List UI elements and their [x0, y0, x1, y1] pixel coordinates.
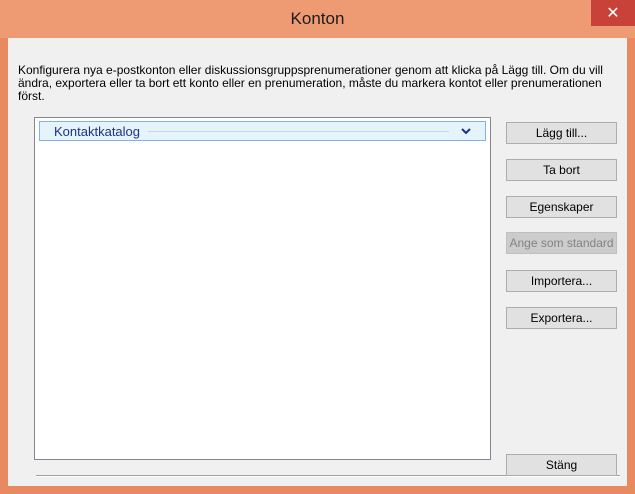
instructions-text: Konfigurera nya e-postkonton eller disku… [18, 63, 603, 103]
group-header-contact-directory[interactable]: Kontaktkatalog [39, 121, 486, 141]
group-label: Kontaktkatalog [54, 123, 141, 139]
export-button[interactable]: Exportera... [506, 307, 617, 329]
dialog-body: Konfigurera nya e-postkonton eller disku… [8, 38, 627, 486]
chevron-down-icon[interactable] [459, 124, 473, 138]
properties-button[interactable]: Egenskaper [506, 196, 617, 218]
close-button[interactable]: Stäng [506, 454, 617, 476]
accounts-listbox[interactable]: Kontaktkatalog [34, 117, 491, 460]
set-default-button[interactable]: Ange som standard [506, 232, 617, 254]
accounts-dialog: Konton ✕ Konfigurera nya e-postkonton el… [0, 0, 635, 494]
add-button[interactable]: Lägg till... [506, 122, 617, 144]
close-icon: ✕ [606, 5, 620, 22]
close-window-button[interactable]: ✕ [591, 0, 635, 26]
dialog-title: Konton [290, 9, 345, 28]
remove-button[interactable]: Ta bort [506, 159, 617, 181]
group-divider-line [148, 130, 449, 132]
import-button[interactable]: Importera... [506, 270, 617, 292]
title-bar[interactable]: Konton ✕ [0, 0, 635, 38]
